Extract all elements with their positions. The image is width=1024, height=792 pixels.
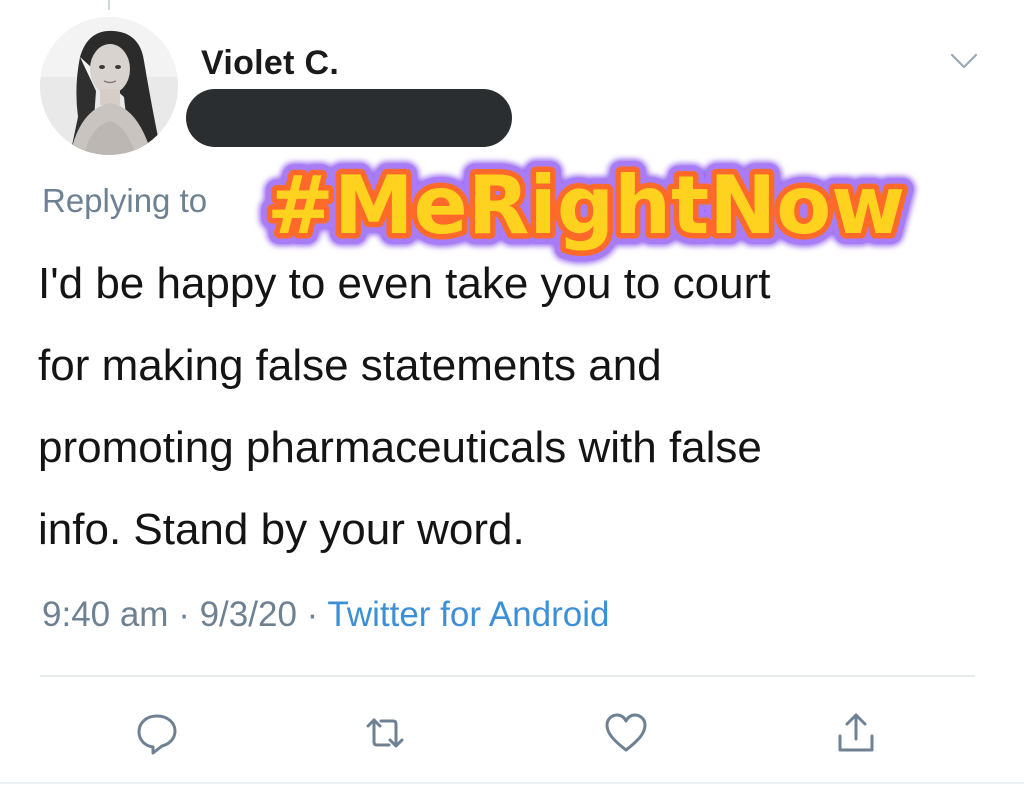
tweet-date: 9/3/20: [199, 595, 297, 634]
chevron-down-icon[interactable]: [948, 50, 980, 72]
meta-separator: ·: [306, 595, 319, 634]
tweet-card: Violet C. Replying to #MeRightNow #MeRig…: [0, 0, 1024, 792]
divider: [40, 675, 975, 677]
thread-connector-line: [108, 0, 110, 10]
like-button[interactable]: [601, 708, 651, 758]
sticker-text: #MeRightNow: [267, 159, 905, 252]
author-display-name[interactable]: Violet C.: [201, 44, 339, 83]
share-icon: [838, 713, 874, 752]
profile-photo-icon: [40, 17, 178, 155]
avatar[interactable]: [40, 17, 178, 155]
comment-icon: [137, 714, 177, 755]
tweet-body-text: I'd be happy to even take you to court f…: [38, 259, 771, 554]
replying-to-label: Replying to: [42, 182, 208, 219]
tweet-meta: 9:40 am · 9/3/20 · Twitter for Android: [42, 595, 609, 635]
reply-button[interactable]: [132, 708, 182, 758]
tweet-action-bar: [0, 708, 1024, 758]
redacted-handle: [186, 89, 512, 147]
card-bottom-border: [0, 782, 1024, 784]
meta-separator: ·: [178, 595, 190, 634]
heart-icon: [605, 713, 647, 752]
tweet-time: 9:40 am: [42, 595, 169, 634]
share-button[interactable]: [831, 708, 881, 758]
retweet-button[interactable]: [360, 708, 410, 758]
retweet-icon: [366, 718, 404, 748]
tweet-source-link[interactable]: Twitter for Android: [327, 595, 609, 634]
